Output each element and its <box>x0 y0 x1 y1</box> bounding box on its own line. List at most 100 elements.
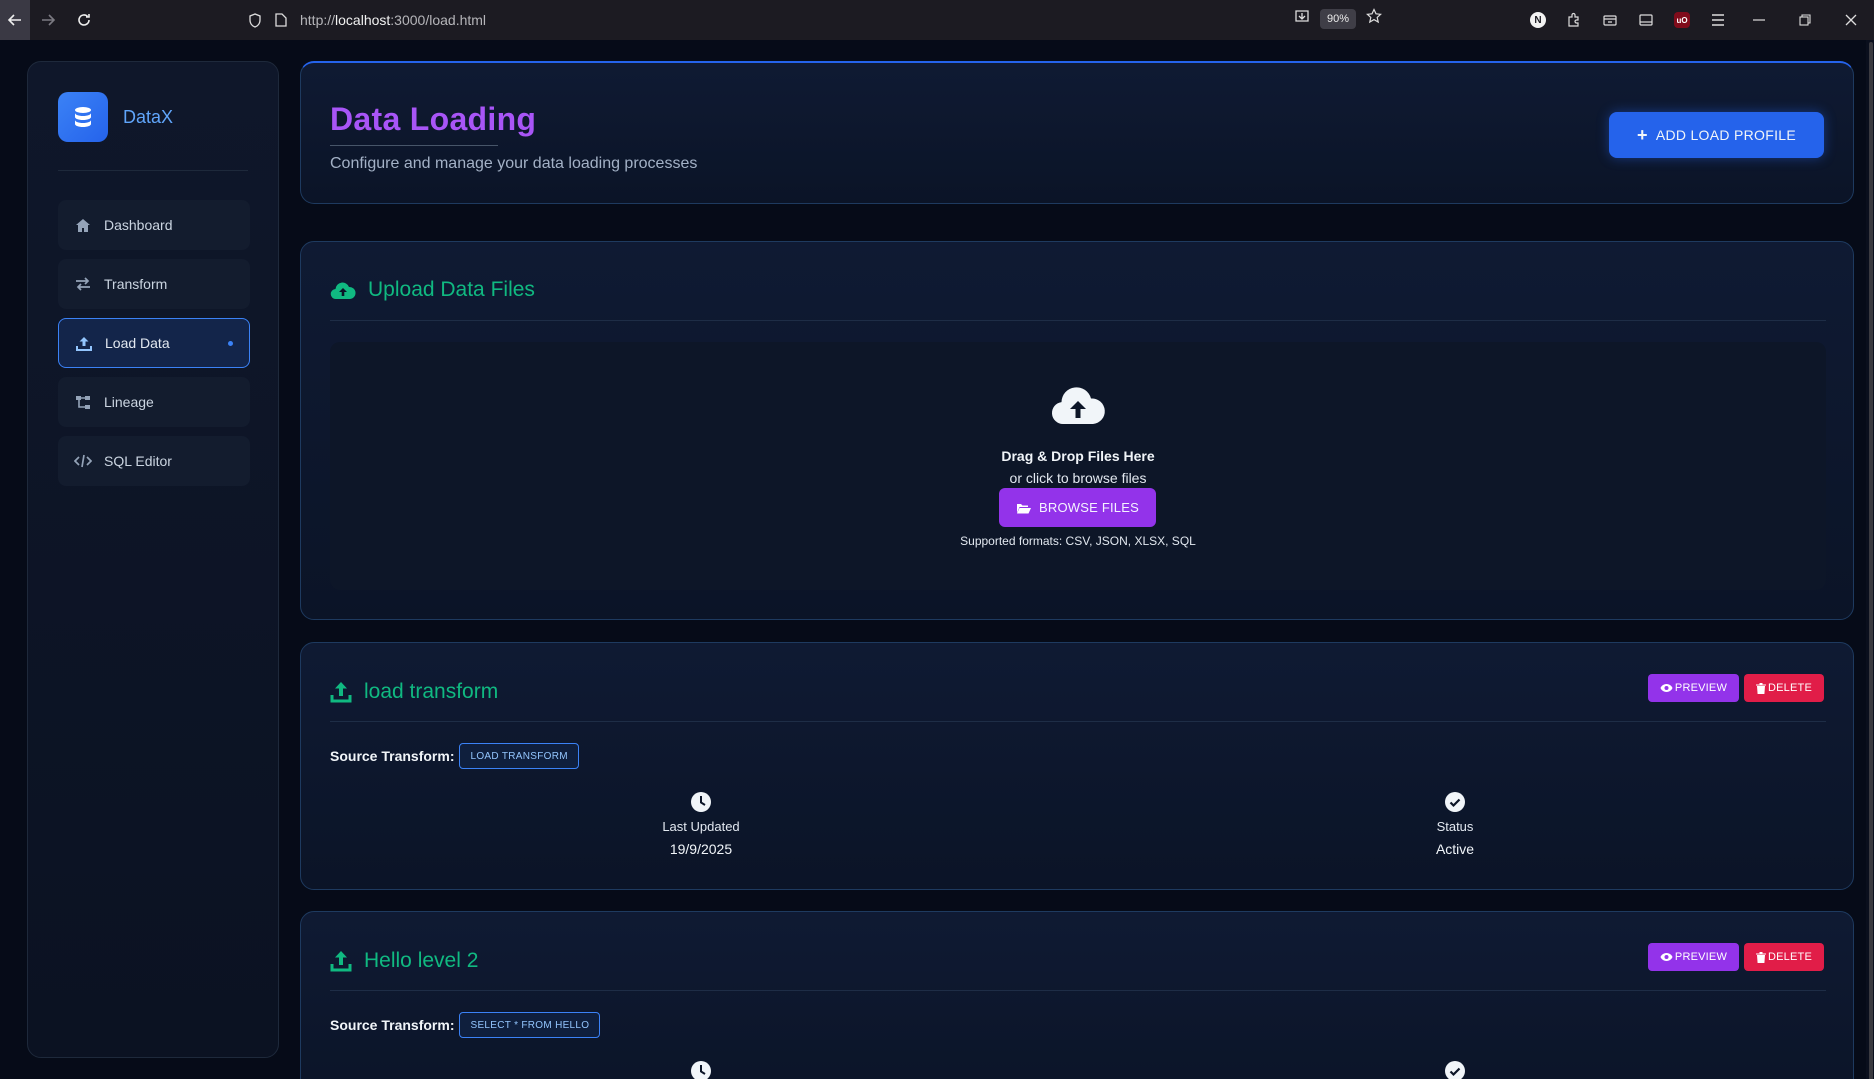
shield-icon[interactable] <box>242 12 268 28</box>
scrollbar-thumb[interactable] <box>1869 42 1873 1079</box>
home-icon <box>74 216 92 234</box>
last-updated-value: 19/9/2025 <box>669 841 733 857</box>
page-scrollbar[interactable] <box>1866 40 1874 1079</box>
upload-icon <box>330 681 352 703</box>
check-circle-icon <box>1355 791 1555 813</box>
page-title: Data Loading <box>330 101 537 137</box>
plus-icon: + <box>1637 124 1648 145</box>
sidebar-divider <box>58 170 248 171</box>
extensions-puzzle-icon[interactable] <box>1556 0 1592 40</box>
upload-icon <box>330 950 352 972</box>
address-bar[interactable]: http://localhost:3000/load.html 90% <box>242 5 1392 35</box>
last-updated-label: Last Updated <box>662 819 740 834</box>
delete-button[interactable]: DELETE <box>1744 943 1824 971</box>
upload-section-title: Upload Data Files <box>368 278 535 301</box>
folder-open-icon <box>1016 502 1032 514</box>
sidebar-item-lineage[interactable]: Lineage <box>58 377 250 427</box>
source-transform-row: Source Transform: SELECT * FROM HELLO <box>330 1012 601 1038</box>
page-icon <box>268 13 294 27</box>
delete-button[interactable]: DELETE <box>1744 674 1824 702</box>
profile-actions: PREVIEW DELETE <box>1648 674 1824 702</box>
cloud-upload-icon <box>330 280 356 300</box>
close-icon[interactable] <box>1828 0 1874 40</box>
last-updated-stat: Last Updated 19/9/2025 <box>601 791 801 857</box>
profile-header: load transform <box>330 680 498 704</box>
browser-toolbar: http://localhost:3000/load.html 90% N uO <box>0 0 1874 40</box>
trash-icon <box>1756 951 1766 963</box>
load-profile-card: Hello level 2 PREVIEW DELETE Source Tran… <box>300 911 1854 1079</box>
sidebar-item-transform[interactable]: Transform <box>58 259 250 309</box>
sidebar-item-label: Dashboard <box>104 217 173 233</box>
download-icon[interactable] <box>1294 8 1310 29</box>
source-transform-label: Source Transform: <box>330 1017 455 1033</box>
code-icon <box>74 452 92 470</box>
brand[interactable]: DataX <box>58 92 173 142</box>
sidebar-item-load-data[interactable]: Load Data <box>58 318 250 368</box>
profile-header: Hello level 2 <box>330 949 478 973</box>
page-subtitle: Configure and manage your data loading p… <box>330 155 698 172</box>
section-divider <box>330 320 1826 321</box>
source-transform-tag[interactable]: SELECT * FROM HELLO <box>459 1012 601 1038</box>
url-text[interactable]: http://localhost:3000/load.html <box>300 12 486 28</box>
browse-files-label: BROWSE FILES <box>1039 500 1139 515</box>
status-value: Active <box>1435 841 1475 857</box>
page-header: Data Loading Configure and manage your d… <box>300 61 1854 204</box>
clock-icon <box>601 1060 801 1079</box>
status-label: Status <box>1436 819 1474 834</box>
sidebar-item-sql-editor[interactable]: SQL Editor <box>58 436 250 486</box>
extension-n-icon[interactable]: N <box>1520 0 1556 40</box>
profile-name: load transform <box>364 680 499 703</box>
trash-icon <box>1756 682 1766 694</box>
eye-icon <box>1660 952 1673 962</box>
source-transform-tag[interactable]: LOAD TRANSFORM <box>459 743 579 769</box>
file-dropzone[interactable]: Drag & Drop Files Here or click to brows… <box>330 342 1826 590</box>
clock-icon <box>601 791 801 813</box>
brand-name: DataX <box>123 106 174 127</box>
add-load-profile-button[interactable]: + ADD LOAD PROFILE <box>1609 112 1824 158</box>
preview-label: PREVIEW <box>1674 951 1728 963</box>
restore-icon[interactable] <box>1782 0 1828 40</box>
sidebar-item-label: Transform <box>104 276 168 292</box>
profile-actions: PREVIEW DELETE <box>1648 943 1824 971</box>
sidebar-toggle-icon[interactable] <box>1628 0 1664 40</box>
sidebar-item-dashboard[interactable]: Dashboard <box>58 200 250 250</box>
database-icon <box>58 92 108 142</box>
source-transform-row: Source Transform: LOAD TRANSFORM <box>330 743 579 769</box>
check-circle-icon <box>1355 1060 1555 1079</box>
zoom-level[interactable]: 90% <box>1319 8 1356 29</box>
minimize-icon[interactable] <box>1736 0 1782 40</box>
dropzone-title: Drag & Drop Files Here <box>1001 448 1155 464</box>
preview-button[interactable]: PREVIEW <box>1648 943 1739 971</box>
delete-label: DELETE <box>1768 682 1812 694</box>
cloud-upload-icon <box>1050 384 1106 431</box>
title-underline <box>330 145 498 146</box>
supported-formats: Supported formats: CSV, JSON, XLSX, SQL <box>960 534 1196 548</box>
eye-icon <box>1660 683 1673 693</box>
dropzone-subtitle: or click to browse files <box>1009 470 1147 486</box>
status-stat <box>1355 1060 1555 1079</box>
sidebar-item-label: Load Data <box>105 335 170 351</box>
source-transform-label: Source Transform: <box>330 748 455 764</box>
sidebar-item-label: Lineage <box>104 394 154 410</box>
back-button[interactable] <box>0 0 30 40</box>
containers-icon[interactable] <box>1592 0 1628 40</box>
delete-label: DELETE <box>1768 951 1812 963</box>
upload-icon <box>75 334 93 352</box>
section-divider <box>330 990 1826 991</box>
load-profile-card: load transform PREVIEW DELETE Source Tra… <box>300 642 1854 890</box>
reload-button[interactable] <box>66 0 102 40</box>
upload-section-header: Upload Data Files <box>330 278 535 302</box>
upload-section: Upload Data Files Drag & Drop Files Here… <box>300 241 1854 620</box>
forward-button[interactable] <box>30 0 66 40</box>
sidebar: DataX Dashboard Transform Load Data Line… <box>27 61 279 1058</box>
browse-files-button[interactable]: BROWSE FILES <box>999 488 1156 527</box>
status-stat: Status Active <box>1355 791 1555 857</box>
section-divider <box>330 721 1826 722</box>
preview-button[interactable]: PREVIEW <box>1648 674 1739 702</box>
last-updated-stat <box>601 1060 801 1079</box>
ublock-icon[interactable]: uO <box>1664 0 1700 40</box>
menu-icon[interactable] <box>1700 0 1736 40</box>
bookmark-star-icon[interactable] <box>1366 8 1382 29</box>
lineage-icon <box>74 393 92 411</box>
profile-name: Hello level 2 <box>364 949 479 972</box>
